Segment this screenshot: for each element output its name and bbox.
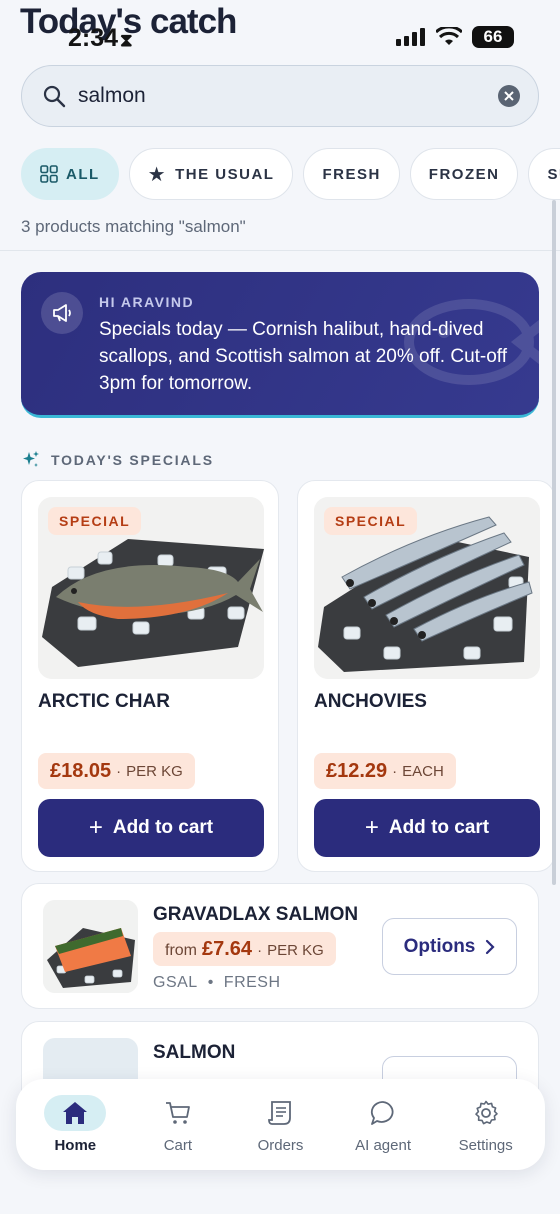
product-category: FRESH — [223, 974, 281, 991]
battery-indicator: 66 — [472, 26, 514, 48]
receipt-icon — [249, 1095, 311, 1131]
banner-message: Specials today — Cornish halibut, hand-d… — [99, 319, 508, 394]
special-tag: SPECIAL — [324, 507, 418, 535]
chip-fresh[interactable]: FRESH — [303, 148, 400, 200]
product-price: £7.64 — [202, 938, 253, 960]
product-image — [43, 900, 138, 993]
status-indicators: 66 — [396, 26, 514, 48]
star-icon: ★ — [147, 163, 168, 186]
plus-icon: + — [364, 814, 379, 841]
search-bar[interactable] — [21, 65, 539, 127]
nav-settings[interactable]: Settings — [436, 1095, 536, 1154]
product-unit: EACH — [402, 762, 444, 780]
specials-header: TODAY'S SPECIALS — [21, 450, 214, 470]
chip-label: FROZEN — [428, 165, 500, 183]
hourglass-icon: ⧗ — [120, 30, 133, 50]
product-image: SPECIAL — [38, 497, 264, 679]
search-icon — [43, 85, 66, 108]
chip-label: ALL — [66, 165, 100, 183]
specials-banner: HI ARAVIND Specials today — Cornish hali… — [21, 272, 539, 418]
unit-separator: · — [392, 762, 398, 780]
specials-title: TODAY'S SPECIALS — [51, 452, 214, 468]
close-icon — [504, 91, 514, 101]
chip-frozen[interactable]: FROZEN — [409, 148, 519, 200]
chat-icon — [352, 1095, 414, 1131]
price-from: from — [165, 942, 197, 959]
clear-search-button[interactable] — [498, 85, 520, 107]
nav-home[interactable]: Home — [25, 1095, 125, 1154]
banner-greeting: HI ARAVIND — [99, 294, 195, 310]
special-tag: SPECIAL — [48, 507, 142, 535]
sparkle-icon — [23, 451, 39, 467]
product-code: GSAL — [153, 974, 198, 991]
chip-label: THE USUAL — [175, 165, 275, 183]
special-card[interactable]: SPECIAL ARCTIC CHAR £18.05 · PER KG + Ad… — [21, 480, 279, 872]
filter-chips: ALL ★ THE USUAL FRESH FROZEN SUNDRIES — [21, 148, 560, 200]
signal-icon — [396, 28, 425, 46]
cart-icon — [147, 1095, 209, 1131]
nav-orders[interactable]: Orders — [230, 1095, 330, 1154]
scrollbar[interactable] — [552, 200, 556, 885]
nav-cart[interactable]: Cart — [128, 1095, 228, 1154]
product-unit: PER KG — [126, 762, 183, 780]
status-time: 2:34 ⧗ — [68, 24, 133, 53]
status-time-text: 2:34 — [68, 24, 119, 52]
nav-ai-agent[interactable]: AI agent — [333, 1095, 433, 1154]
header: Today's catch 2:34 ⧗ 66 — [0, 0, 560, 60]
divider — [0, 250, 560, 251]
search-input[interactable] — [78, 84, 498, 108]
product-image: SPECIAL — [314, 497, 540, 679]
chip-all[interactable]: ALL — [21, 148, 119, 200]
special-card[interactable]: SPECIAL ANCHOVIES £12.29 · EACH + Add to… — [297, 480, 555, 872]
product-name: ANCHOVIES — [314, 691, 427, 712]
list-item[interactable]: GRAVADLAX SALMON from £7.64 · PER KG GSA… — [21, 883, 539, 1009]
gear-icon — [455, 1095, 517, 1131]
product-price: £18.05 — [50, 759, 112, 782]
bottom-nav: Home Cart Orders AI agent Settings — [16, 1079, 545, 1170]
wifi-icon — [436, 27, 462, 45]
button-label: Add to cart — [112, 817, 214, 838]
unit-separator: · — [257, 942, 263, 959]
megaphone-icon — [41, 292, 83, 334]
product-name: ARCTIC CHAR — [38, 691, 170, 712]
add-to-cart-button[interactable]: + Add to cart — [38, 799, 264, 857]
grid-icon — [40, 165, 58, 183]
product-price: £12.29 — [326, 759, 388, 782]
home-icon — [44, 1095, 107, 1131]
unit-separator: · — [116, 762, 122, 780]
nav-label: AI agent — [355, 1137, 412, 1154]
chip-the-usual[interactable]: ★ THE USUAL — [128, 148, 294, 200]
results-count: 3 products matching "salmon" — [21, 217, 246, 236]
price-pill: £18.05 · PER KG — [38, 753, 195, 789]
price-pill: £12.29 · EACH — [314, 753, 456, 789]
chip-sundries[interactable]: SUNDRIES — [528, 148, 560, 200]
chevron-right-icon — [486, 939, 495, 954]
plus-icon: + — [88, 814, 103, 841]
product-name: SALMON — [153, 1042, 236, 1063]
product-unit: PER KG — [267, 942, 324, 959]
chip-label: FRESH — [322, 165, 381, 183]
chip-label: SUNDRIES — [547, 165, 560, 183]
add-to-cart-button[interactable]: + Add to cart — [314, 799, 540, 857]
button-label: Add to cart — [388, 817, 490, 838]
nav-label: Cart — [163, 1137, 193, 1154]
price-pill: from £7.64 · PER KG — [153, 932, 336, 966]
options-button[interactable]: Options — [382, 918, 517, 975]
meta-separator: • — [207, 974, 214, 991]
nav-label: Settings — [458, 1137, 513, 1154]
nav-label: Orders — [257, 1137, 304, 1154]
button-label: Options — [403, 935, 476, 957]
product-name: GRAVADLAX SALMON — [153, 904, 359, 925]
product-meta: GSAL • FRESH — [153, 974, 281, 992]
nav-label: Home — [54, 1137, 97, 1154]
